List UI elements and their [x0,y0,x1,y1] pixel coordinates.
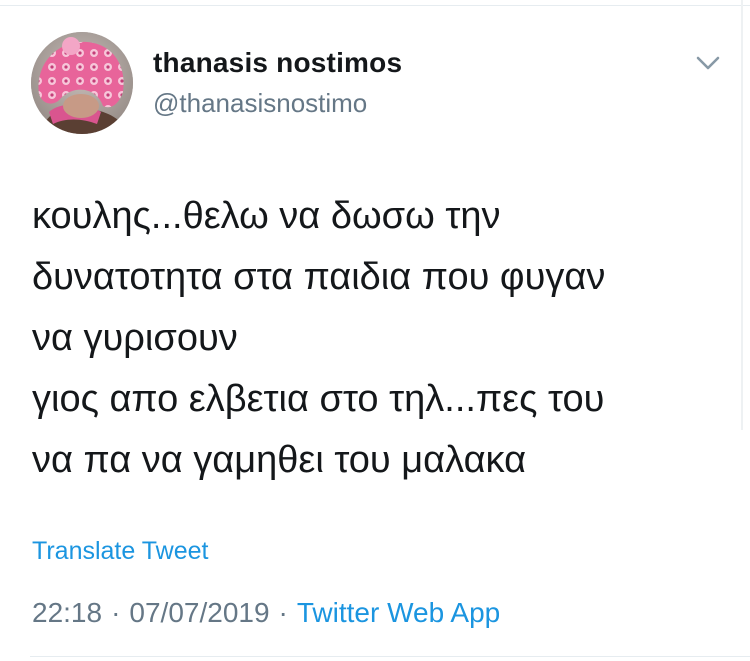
avatar[interactable] [31,32,133,134]
author-display-name[interactable]: thanasis nostimos [153,47,402,79]
tweet-text-line: γιος απο ελβετια στο τηλ...πες του [32,378,605,420]
tweet-time[interactable]: 22:18 [32,597,102,628]
tweet-meta: 22:18 · 07/07/2019 · Twitter Web App [32,597,500,629]
tweet-source-link[interactable]: Twitter Web App [297,597,500,628]
translate-tweet-link[interactable]: Translate Tweet [32,537,208,566]
meta-separator: · [111,597,121,628]
meta-separator: · [278,597,288,628]
tweet-card: thanasis nostimos @thanasisnostimo κουλη… [0,0,750,661]
tweet-text-line: κουλης...θελω να δωσω την [32,195,501,237]
tweet-text-line: να γυρισουν [32,317,238,359]
author-handle[interactable]: @thanasisnostimo [153,88,367,119]
tweet-text-line: να πα να γαμηθει του μαλακα [32,439,527,481]
chevron-down-icon[interactable] [695,54,721,72]
tweet-date[interactable]: 07/07/2019 [129,597,269,628]
top-divider [0,5,750,6]
avatar-image [31,32,133,134]
bottom-divider [30,656,750,657]
tweet-text: κουλης...θελω να δωσω την δυνατοτητα στα… [32,186,722,491]
scrollbar[interactable] [741,0,743,430]
tweet-text-line: δυνατοτητα στα παιδια που φυγαν [32,256,606,298]
